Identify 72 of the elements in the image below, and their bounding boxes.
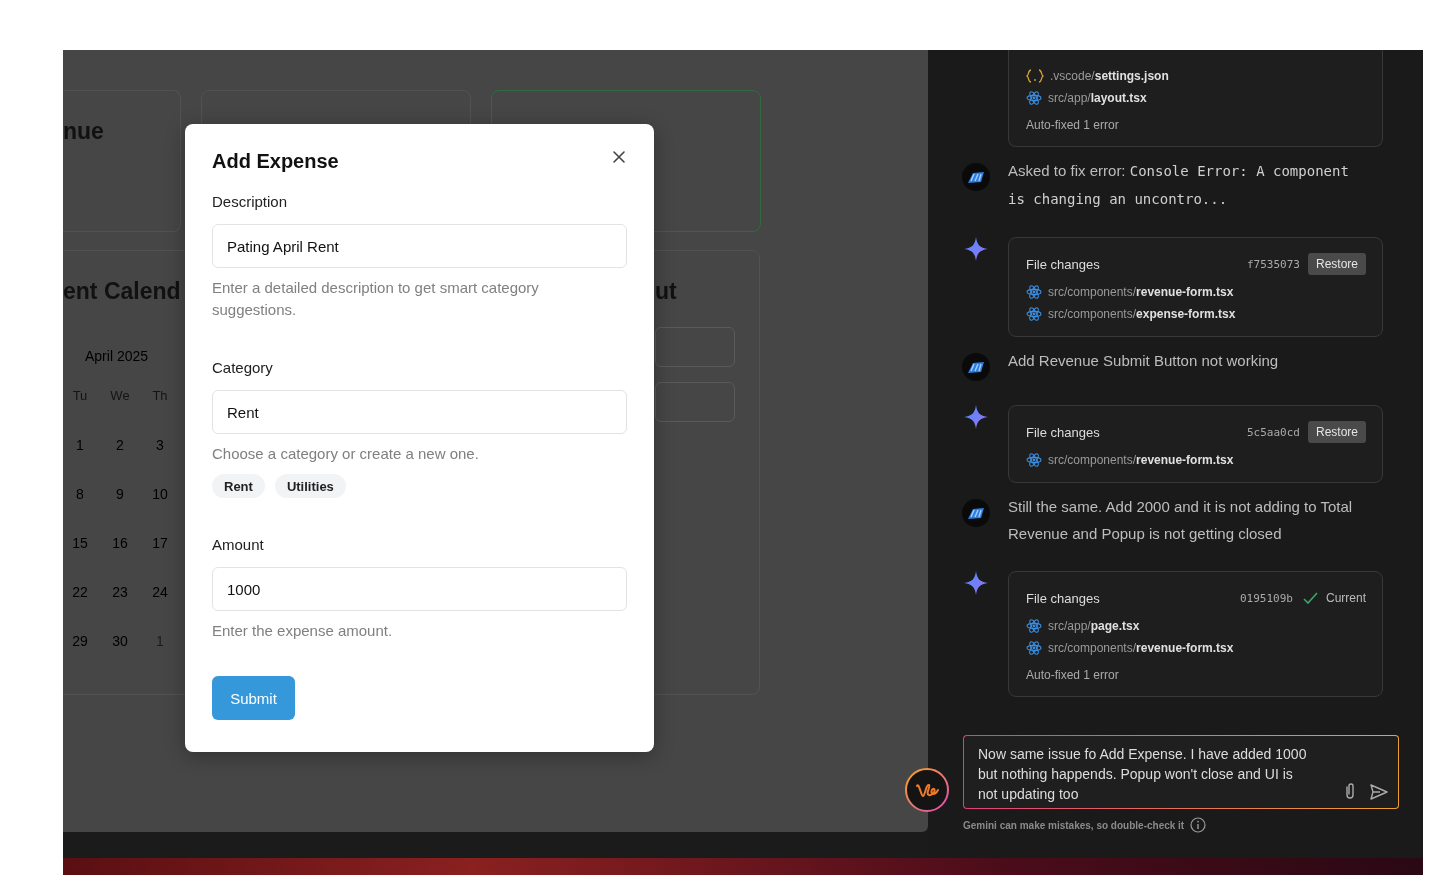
atom-icon <box>1026 619 1042 633</box>
disclaimer-text: Gemini can make mistakes, so double-check it <box>963 819 1185 831</box>
calendar-day[interactable]: 30 <box>100 631 140 651</box>
commit-hash: 0195109b <box>1240 591 1293 605</box>
file-path[interactable]: .vscode/settings.json <box>1050 68 1169 84</box>
commit-hash: 5c5aa0cd <box>1247 425 1300 439</box>
calendar-day[interactable]: 3 <box>140 435 180 455</box>
calendar-day[interactable]: 29 <box>63 631 100 651</box>
user-message: Still the same. Add 2000 and it is not adding to Total Revenue and Popup is not getting closed <box>1008 497 1354 544</box>
text-field[interactable]: Rent <box>212 390 627 434</box>
calendar-day[interactable]: 8 <box>63 484 100 504</box>
submit-button[interactable]: Submit <box>212 676 295 720</box>
sparkle-icon <box>964 405 988 429</box>
atom-icon <box>1026 453 1042 467</box>
file-path[interactable]: src/components/revenue-form.tsx <box>1048 452 1234 468</box>
calendar-day[interactable]: 2 <box>100 435 140 455</box>
restore-button[interactable]: Restore <box>1307 421 1366 443</box>
atom-icon <box>1026 91 1042 105</box>
month-label: April 2025 <box>85 347 149 366</box>
check-icon <box>1303 592 1318 604</box>
category-chip[interactable]: Rent <box>212 474 265 498</box>
calendar-day[interactable]: 23 <box>100 582 140 602</box>
braces-icon <box>1026 69 1044 83</box>
restore-button[interactable]: Restore <box>1307 253 1366 275</box>
info-icon <box>1190 817 1207 833</box>
dialog-title: Add Expense <box>212 149 339 174</box>
text-field[interactable]: Pating April Rent <box>212 224 627 268</box>
user-avatar-icon <box>962 163 990 191</box>
atom-icon <box>1026 285 1042 299</box>
calendar-day[interactable]: 9 <box>100 484 140 504</box>
send-button[interactable] <box>1370 784 1388 800</box>
sparkle-icon <box>964 571 988 595</box>
file-path[interactable]: src/components/revenue-form.tsx <box>1048 284 1234 300</box>
user-message: Add Revenue Submit Button not working <box>1008 351 1280 371</box>
calendar-day[interactable]: 1 <box>63 435 100 455</box>
calendar-day[interactable]: 17 <box>140 533 180 553</box>
commit-hash: f7535073 <box>1247 257 1300 271</box>
sparkle-icon <box>964 237 988 261</box>
calendar-day[interactable]: 16 <box>100 533 140 553</box>
user-message: Asked to fix error: Console Error: A component is changing an uncontro... <box>1008 161 1350 209</box>
logo-icon[interactable] <box>905 768 949 812</box>
hint-text: Enter a detailed description to get smart category suggestions. <box>212 278 540 320</box>
calendar-day[interactable]: 15 <box>63 533 100 553</box>
close-button[interactable] <box>612 150 626 164</box>
card-title: File changes <box>1026 256 1100 272</box>
status-note: Auto-fixed 1 error <box>1026 118 1120 132</box>
close-icon <box>612 150 626 164</box>
text-field[interactable]: 1000 <box>212 567 627 611</box>
calendar-day[interactable]: 24 <box>140 582 180 602</box>
hint-text: Enter the expense amount. <box>212 621 394 641</box>
calendar-day[interactable]: 10 <box>140 484 180 504</box>
card-title: File changes <box>1026 590 1100 606</box>
field-label: Amount <box>212 535 265 555</box>
category-chip[interactable]: Utilities <box>274 474 346 498</box>
file-path[interactable]: src/app/page.tsx <box>1048 618 1140 634</box>
user-avatar-icon <box>962 499 990 527</box>
info-button[interactable] <box>1190 817 1207 833</box>
file-path[interactable]: src/app/layout.tsx <box>1048 90 1147 106</box>
card-title: File changes <box>1026 424 1100 440</box>
status-note: Auto-fixed 1 error <box>1026 668 1120 682</box>
prompt-field[interactable]: Now same issue fo Add Expense. I have added 1000 but nothing happends. Popup won't close and UI is not updating too <box>963 735 1399 809</box>
status-label: Current <box>1326 591 1366 605</box>
field-label: Description <box>212 192 289 212</box>
atom-icon <box>1026 641 1042 655</box>
hint-text: Choose a category or create a new one. <box>212 444 480 464</box>
file-path[interactable]: src/components/expense-form.tsx <box>1048 306 1236 322</box>
user-avatar-icon <box>962 353 990 381</box>
calendar-day[interactable]: 22 <box>63 582 100 602</box>
field-label: Category <box>212 358 274 378</box>
atom-icon <box>1026 307 1042 321</box>
send-icon <box>1370 784 1388 800</box>
file-path[interactable]: src/components/revenue-form.tsx <box>1048 640 1234 656</box>
